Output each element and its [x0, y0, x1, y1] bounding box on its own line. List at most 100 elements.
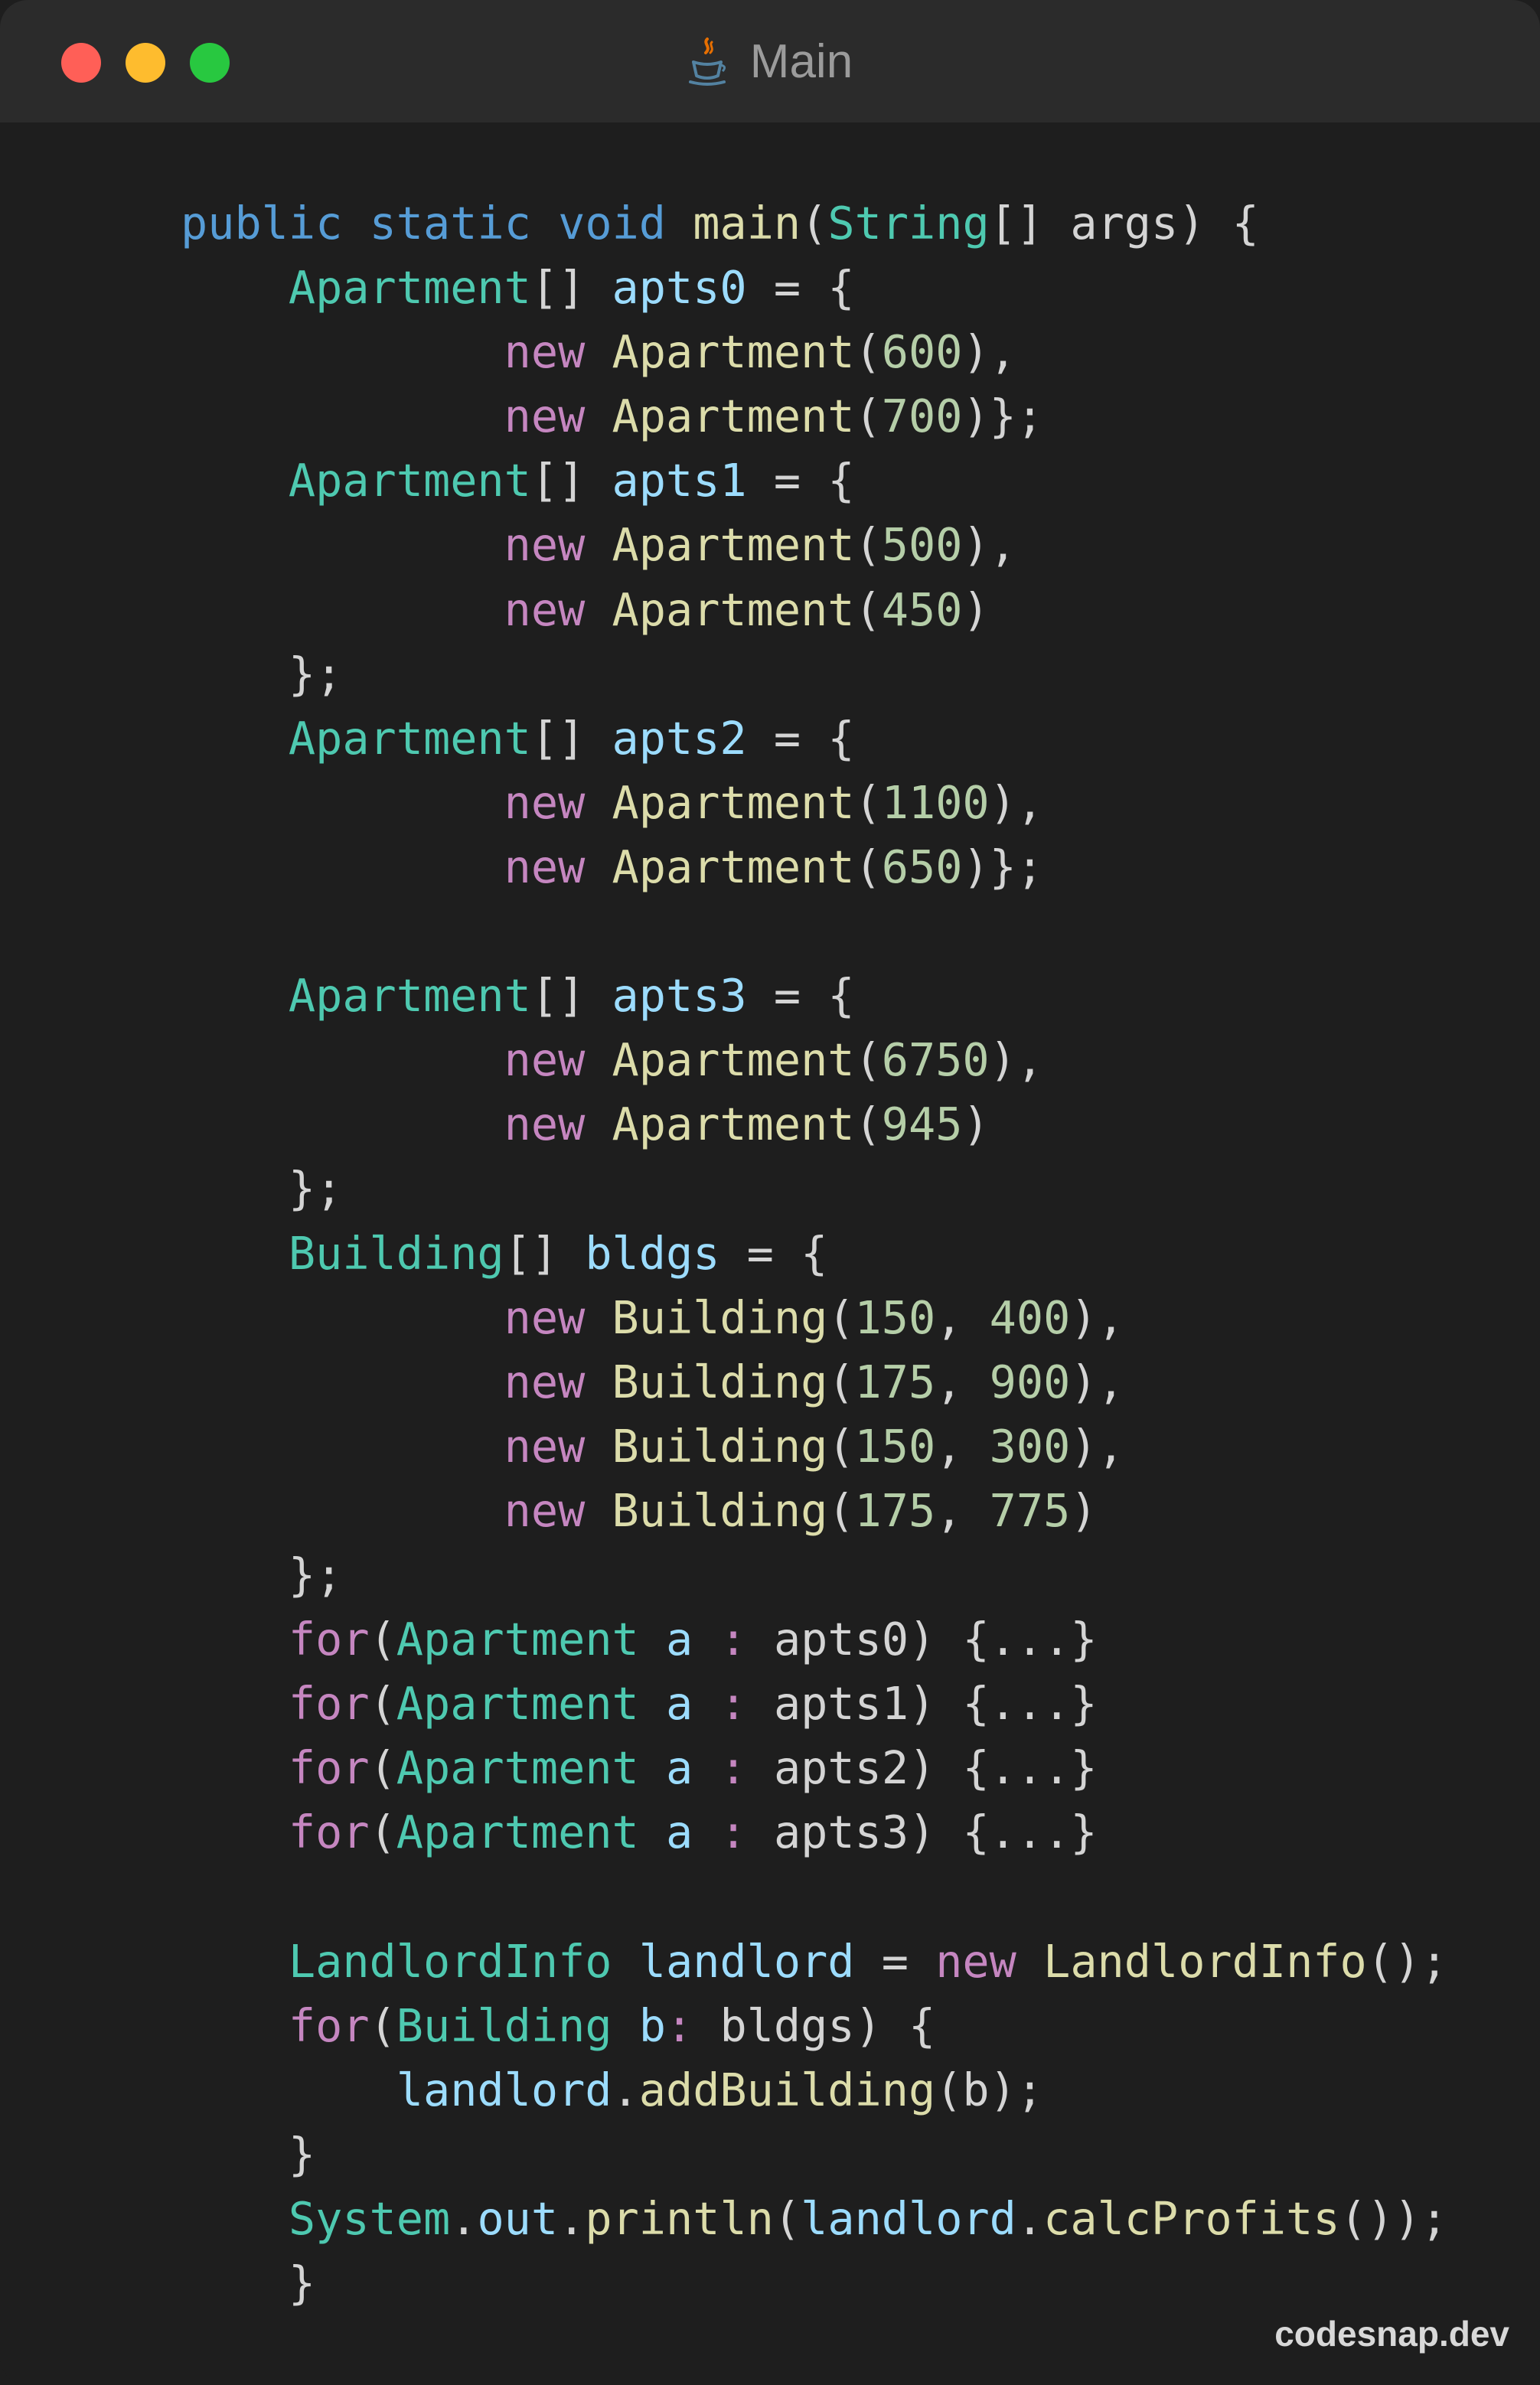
- code-token-plain: (: [369, 1678, 396, 1731]
- code-token-variable: bldgs: [585, 1227, 720, 1280]
- code-token-plain: ,: [935, 1484, 990, 1537]
- code-token-function: addBuilding: [638, 2064, 936, 2116]
- code-token-plain: (: [827, 1291, 855, 1344]
- code-token-plain: []: [530, 262, 612, 315]
- code-token-plain: ),: [1070, 1420, 1124, 1473]
- code-token-variable: apts3: [612, 970, 747, 1023]
- code-token-keyword: new: [504, 1484, 586, 1537]
- code-token-number: 900: [989, 1356, 1071, 1408]
- code-token-function: LandlordInfo: [1043, 1935, 1367, 1988]
- code-token-variable: b: [638, 1999, 667, 2052]
- code-token-keyword: new: [504, 583, 586, 636]
- code-token-plain: (: [854, 583, 882, 636]
- code-token-plain: ): [962, 1098, 990, 1151]
- code-token-function: calcProfits: [1043, 2192, 1340, 2245]
- code-token-number: 6750: [881, 1034, 990, 1087]
- window-title: Main: [0, 0, 1540, 122]
- code-token-plain: (: [773, 2192, 801, 2245]
- code-token-plain: ): [962, 583, 990, 636]
- code-token-plain: (: [854, 390, 882, 443]
- code-token-plain: apts3) {...}: [746, 1806, 1098, 1859]
- code-token-storage: static: [369, 197, 531, 250]
- code-token-type: Apartment: [288, 262, 531, 315]
- code-line: new Apartment(600),: [181, 320, 1447, 384]
- code-token-number: 400: [989, 1291, 1071, 1344]
- code-token-keyword: new: [504, 519, 586, 572]
- code-line: landlord.addBuilding(b);: [181, 2058, 1447, 2122]
- code-token-type: Apartment: [396, 1742, 639, 1795]
- code-line: new Building(150, 300),: [181, 1414, 1447, 1479]
- code-token-number: 175: [854, 1356, 936, 1408]
- code-window: Main public static void main(String[] ar…: [0, 0, 1540, 2385]
- code-token-plain: (: [854, 776, 882, 829]
- code-token-function: Apartment: [612, 519, 855, 572]
- code-line: for(Apartment a : apts3) {...}: [181, 1800, 1447, 1865]
- code-line: LandlordInfo landlord = new LandlordInfo…: [181, 1930, 1448, 1994]
- code-token-plain: []: [530, 712, 612, 765]
- code-token-plain: = {: [746, 970, 855, 1023]
- code-token-plain: =: [854, 1935, 936, 1988]
- code-token-keyword: new: [935, 1935, 1016, 1988]
- code-token-number: 775: [989, 1484, 1071, 1537]
- code-line: new Apartment(450): [181, 578, 1447, 642]
- code-token-function: Building: [612, 1356, 828, 1408]
- code-token-variable: a: [666, 1613, 693, 1666]
- code-line: Building[] bldgs = {: [181, 1222, 1447, 1286]
- code-token-plain: = {: [746, 455, 855, 507]
- code-token-keyword: for: [288, 1806, 370, 1859]
- code-token-keyword: new: [504, 390, 586, 443]
- code-token-keyword: for: [288, 1999, 370, 2052]
- code-token-plain: (: [854, 519, 882, 572]
- code-token-function: println: [585, 2192, 774, 2245]
- code-token-keyword: :: [719, 1742, 747, 1795]
- code-token-plain: (: [854, 1034, 882, 1087]
- code-token-plain: (: [369, 1613, 396, 1666]
- code-token-type: Apartment: [288, 455, 531, 507]
- code-token-plain: .: [558, 2192, 586, 2245]
- code-line: };: [181, 1157, 1447, 1221]
- code-token-function: main: [693, 197, 801, 250]
- code-token-function: Apartment: [612, 840, 855, 893]
- code-token-plain: apts0) {...}: [746, 1613, 1098, 1666]
- code-token-number: 175: [854, 1484, 936, 1537]
- code-token-plain: apts1) {...}: [746, 1678, 1098, 1731]
- code-token-plain: (: [801, 197, 828, 250]
- code-token-plain: []: [530, 970, 612, 1023]
- code-token-plain: ),: [962, 326, 1016, 379]
- code-token-plain: ): [1070, 1484, 1098, 1537]
- code-token-function: Building: [612, 1420, 828, 1473]
- code-token-plain: ();: [1366, 1935, 1448, 1988]
- code-token-keyword: new: [504, 1034, 586, 1087]
- code-token-plain: (: [827, 1420, 855, 1473]
- code-line: Apartment[] apts2 = {: [181, 706, 1447, 771]
- code-token-plain: ,: [935, 1291, 990, 1344]
- code-token-variable: a: [666, 1806, 693, 1859]
- code-token-type: Apartment: [396, 1678, 639, 1731]
